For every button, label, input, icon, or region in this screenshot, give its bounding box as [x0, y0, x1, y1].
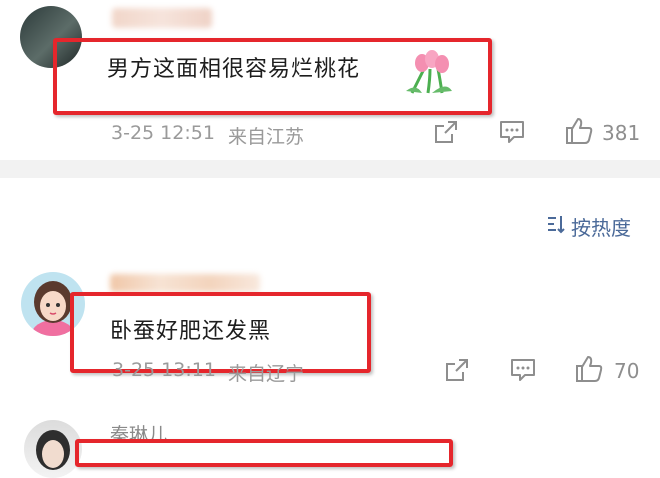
reply-icon[interactable] — [498, 118, 526, 146]
comment-time: 3-25 12:51 — [111, 122, 215, 144]
like-count: 381 — [602, 121, 641, 145]
comment-location: 来自辽宁 — [228, 363, 305, 385]
share-icon[interactable] — [432, 118, 460, 146]
comment-text: 男方这面相很容易烂桃花 — [107, 57, 361, 82]
reply-icon[interactable] — [509, 356, 537, 384]
section-divider — [0, 160, 660, 178]
comment-highlight-box — [75, 439, 453, 467]
like-icon[interactable] — [574, 354, 604, 384]
sort-by-heat-button[interactable]: 按热度 — [571, 212, 631, 241]
comment-text: 卧蚕好肥还发黑 — [110, 319, 272, 344]
avatar[interactable] — [24, 420, 82, 478]
username[interactable] — [112, 8, 212, 28]
comment-location: 来自江苏 — [228, 126, 305, 148]
like-icon[interactable] — [564, 116, 594, 146]
like-count: 70 — [614, 359, 640, 383]
username[interactable] — [110, 274, 260, 292]
tulip-emoji-icon — [406, 50, 452, 94]
sort-icon[interactable] — [546, 213, 568, 235]
share-icon[interactable] — [443, 356, 471, 384]
comment-time: 3-25 13:11 — [112, 359, 216, 381]
